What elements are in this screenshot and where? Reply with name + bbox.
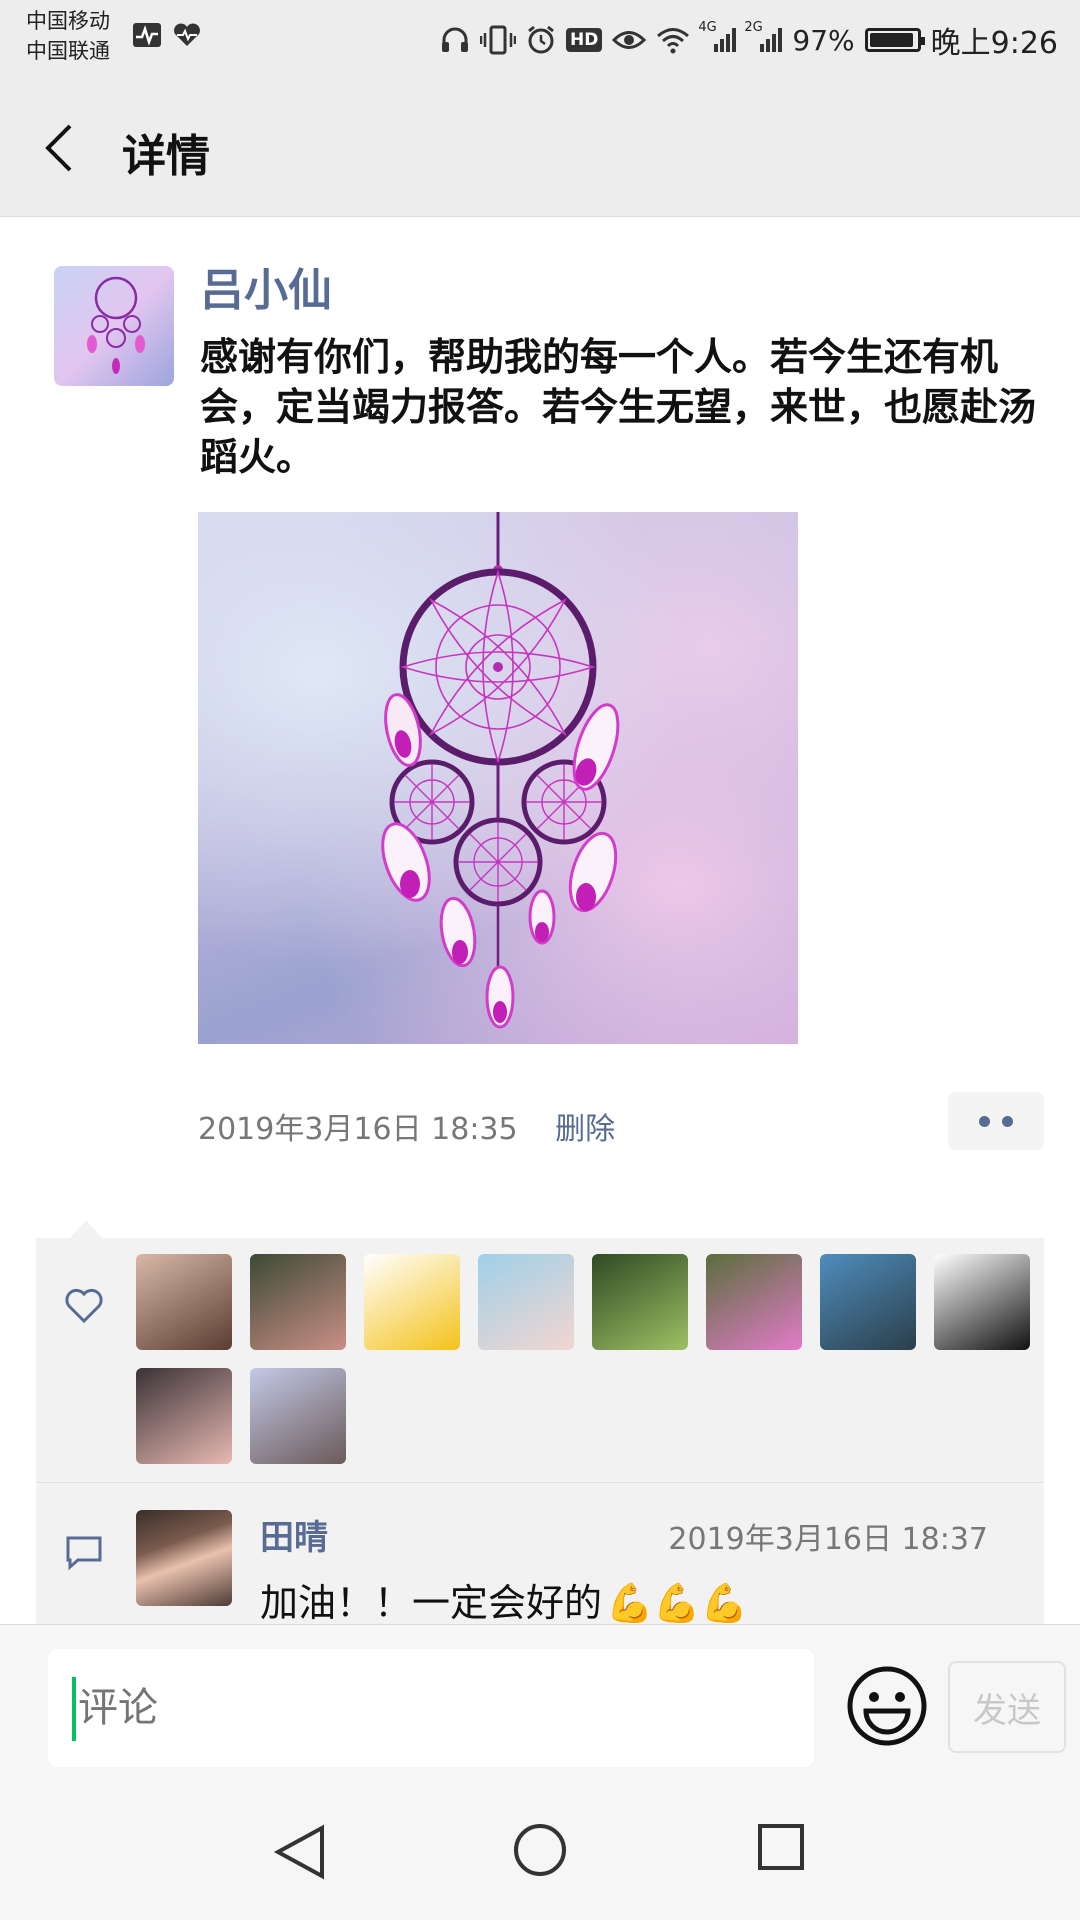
eye-icon bbox=[612, 31, 647, 49]
post-time: 2019年3月16日 18:35 bbox=[198, 1112, 518, 1147]
network-type-1: 4G bbox=[698, 20, 717, 35]
back-arrow-icon[interactable] bbox=[36, 118, 96, 178]
dot-icon bbox=[979, 1116, 990, 1127]
divider bbox=[36, 1482, 1044, 1483]
page-title: 详情 bbox=[122, 131, 210, 182]
commenter-avatar[interactable] bbox=[136, 1510, 232, 1606]
send-button[interactable]: 发送 bbox=[948, 1661, 1066, 1753]
comment-time: 2019年3月16日 18:37 bbox=[668, 1522, 988, 1557]
liker-avatar[interactable] bbox=[136, 1254, 232, 1350]
liker-avatar[interactable] bbox=[820, 1254, 916, 1350]
liker-avatar[interactable] bbox=[250, 1368, 346, 1464]
dot-icon bbox=[1002, 1116, 1013, 1127]
system-home-icon[interactable] bbox=[512, 1822, 568, 1878]
status-bar: 中国移动 中国联通 HD 4G 2G 97% 晚上9:26 bbox=[0, 0, 1080, 78]
heart-rate-icon bbox=[174, 23, 200, 46]
liker-avatar[interactable] bbox=[706, 1254, 802, 1350]
liker-avatar[interactable] bbox=[364, 1254, 460, 1350]
comment-text[interactable]: 加油！！一定会好的 💪💪💪 bbox=[260, 1572, 748, 1624]
carrier-1: 中国移动 bbox=[26, 9, 110, 33]
liker-avatar[interactable] bbox=[250, 1254, 346, 1350]
comment-bubble-icon bbox=[66, 1536, 102, 1571]
wifi-icon bbox=[657, 28, 690, 54]
carrier-2: 中国联通 bbox=[26, 39, 110, 63]
post-text: 感谢有你们，帮助我的每一个人。若今生还有机会，定当竭力报答。若今生无望，来世，也… bbox=[200, 335, 1037, 479]
signal-2: 2G bbox=[744, 20, 783, 52]
dreamcatcher-image bbox=[381, 512, 620, 1029]
more-actions-button[interactable] bbox=[948, 1092, 1044, 1150]
author-avatar[interactable] bbox=[54, 266, 174, 386]
author-name[interactable]: 吕小仙 bbox=[200, 254, 332, 318]
battery-icon bbox=[864, 28, 925, 52]
liker-avatar[interactable] bbox=[136, 1368, 232, 1464]
post-meta: 2019年3月16日 18:35 删除 bbox=[198, 1104, 615, 1148]
clock: 晚上9:26 bbox=[930, 26, 1058, 61]
hd-icon: HD bbox=[566, 28, 603, 52]
network-type-2: 2G bbox=[744, 20, 763, 35]
battery-fill bbox=[869, 33, 913, 47]
text-cursor bbox=[72, 1677, 76, 1741]
liker-avatar[interactable] bbox=[592, 1254, 688, 1350]
smiley-icon[interactable] bbox=[846, 1665, 928, 1747]
system-back-icon[interactable] bbox=[272, 1822, 328, 1882]
system-recents-icon[interactable] bbox=[756, 1822, 806, 1872]
activity-icon bbox=[133, 23, 161, 47]
top-nav-bar: 详情 bbox=[0, 78, 1080, 217]
delete-link[interactable]: 删除 bbox=[555, 1104, 615, 1148]
panel-pointer bbox=[70, 1220, 102, 1238]
liker-avatar[interactable] bbox=[934, 1254, 1030, 1350]
status-right: HD 4G 2G 97% 晚上9:26 bbox=[440, 18, 1058, 62]
vibrate-icon bbox=[480, 25, 517, 55]
battery-percent: 97% bbox=[792, 23, 855, 57]
headphones-icon bbox=[442, 27, 469, 52]
signal-1: 4G bbox=[698, 20, 737, 52]
comment-input-bar: 发送 bbox=[0, 1624, 1080, 1791]
system-nav-bar bbox=[0, 1790, 1080, 1920]
comment-body: 加油！！一定会好的 bbox=[260, 1581, 603, 1624]
dreamcatcher-thumb-icon bbox=[87, 276, 145, 374]
carrier-labels: 中国移动 中国联通 bbox=[26, 6, 110, 66]
flexed-biceps-icon: 💪💪💪 bbox=[606, 1581, 748, 1624]
heart-outline-icon bbox=[65, 1288, 103, 1324]
alarm-icon bbox=[528, 25, 554, 54]
likes-comments-panel: 田晴 2019年3月16日 18:37 加油！！一定会好的 💪💪💪 bbox=[36, 1238, 1044, 1624]
post-image[interactable] bbox=[198, 512, 798, 1044]
status-left-icons bbox=[132, 22, 202, 48]
comment-input[interactable] bbox=[48, 1649, 814, 1767]
commenter-name[interactable]: 田晴 bbox=[260, 1510, 328, 1559]
liker-avatar[interactable] bbox=[478, 1254, 574, 1350]
